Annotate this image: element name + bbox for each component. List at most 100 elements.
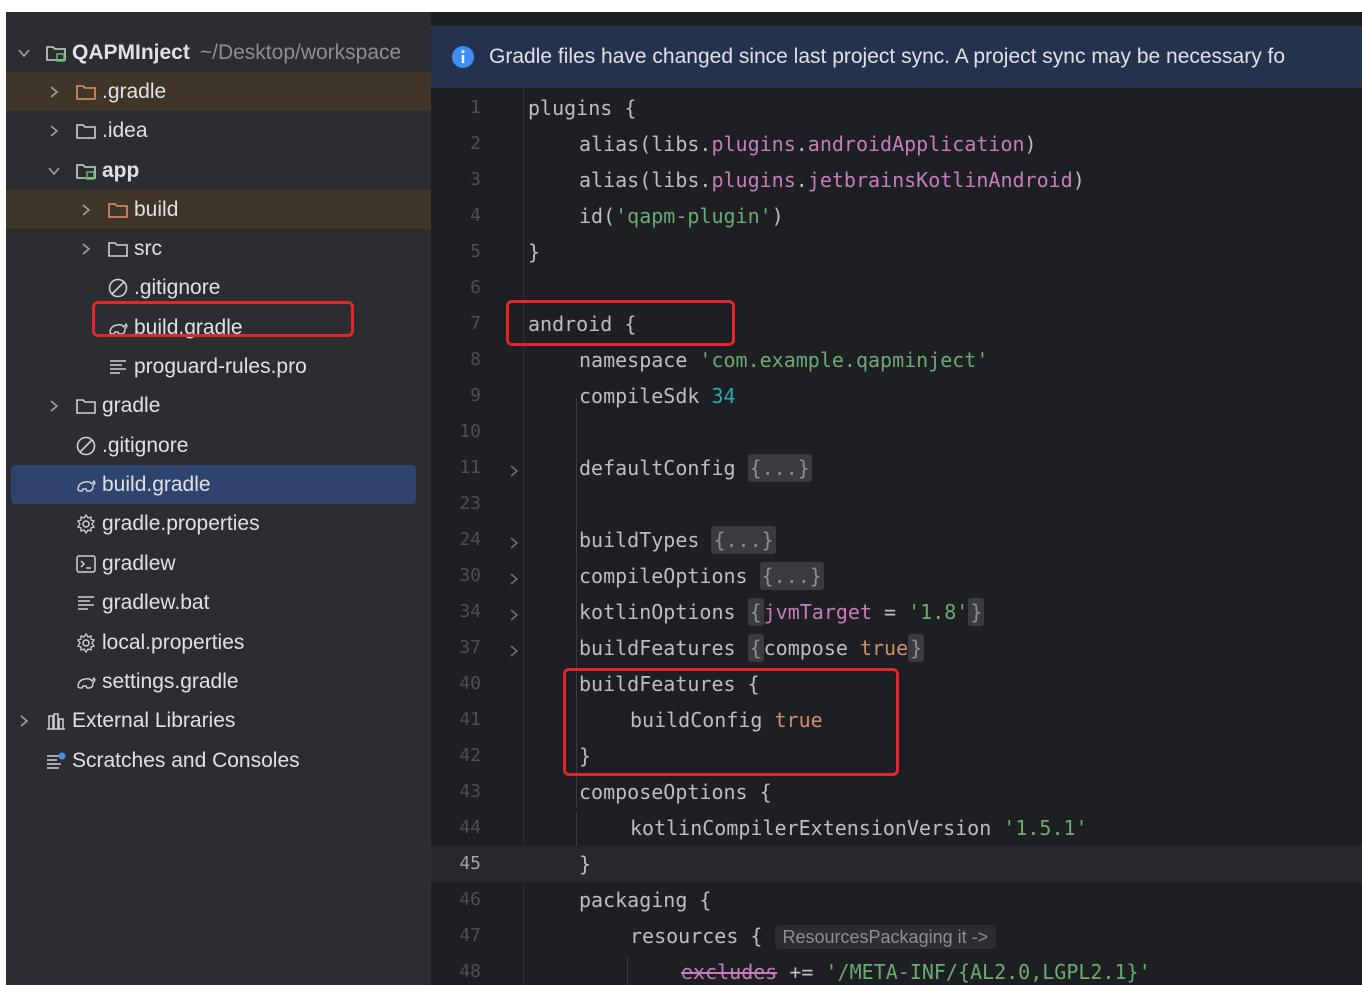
code-token: } <box>528 240 541 264</box>
code-line-48[interactable]: 48 excludes += '/META-INF/{AL2.0,LGPL2.1… <box>431 954 1362 985</box>
tree-item-app[interactable]: app <box>6 151 431 190</box>
chevron-right-icon[interactable] <box>44 396 64 416</box>
fold-expand-icon[interactable] <box>507 567 521 585</box>
folder-icon <box>74 119 98 143</box>
tree-item-label: proguard-rules.pro <box>134 354 307 378</box>
line-number: 7 <box>470 313 481 334</box>
code-token: 'qapm-plugin' <box>615 204 772 228</box>
code-line-44[interactable]: 44 kotlinCompilerExtensionVersion '1.5.1… <box>431 810 1362 846</box>
code-line-11[interactable]: 11 defaultConfig {...} <box>431 450 1362 486</box>
code-token: } <box>908 634 925 662</box>
code-line-24[interactable]: 24 buildTypes {...} <box>431 522 1362 558</box>
tree-item-label: build <box>134 197 179 221</box>
fold-expand-icon[interactable] <box>507 531 521 549</box>
tree-item-gradle-properties[interactable]: gradle.properties <box>6 504 431 543</box>
tree-item-gradlew[interactable]: gradlew <box>6 544 431 583</box>
code-line-10[interactable]: 10 <box>431 414 1362 450</box>
code-line-43[interactable]: 43 composeOptions { <box>431 774 1362 810</box>
tree-item-gradlew-bat[interactable]: gradlew.bat <box>6 583 431 622</box>
folded-block[interactable]: {...} <box>759 562 824 590</box>
ignore-file-icon <box>106 276 130 300</box>
chevron-down-icon[interactable] <box>14 43 34 63</box>
chevron-right-icon[interactable] <box>76 239 96 259</box>
fold-expand-icon[interactable] <box>507 639 521 657</box>
tree-item-label: build.gradle <box>102 472 211 496</box>
line-number: 3 <box>470 169 481 190</box>
folded-block[interactable]: {...} <box>747 454 812 482</box>
code-line-1[interactable]: 1 plugins { <box>431 90 1362 126</box>
line-number: 34 <box>459 601 481 622</box>
tree-item-label: .gradle <box>102 79 167 103</box>
tree-item-scratches-and-consoles[interactable]: Scratches and Consoles <box>6 741 431 780</box>
folder-icon <box>74 80 98 104</box>
folder-icon <box>106 237 130 261</box>
line-number: 45 <box>459 853 481 874</box>
code-token: = <box>872 600 909 624</box>
code-line-45[interactable]: 45 } <box>431 846 1362 882</box>
tree-item-local-properties[interactable]: local.properties <box>6 623 431 662</box>
tree-item-label: .gitignore <box>134 275 221 299</box>
chevron-right-icon[interactable] <box>44 121 64 141</box>
tree-item-idea[interactable]: .idea <box>6 111 431 150</box>
tree-item-root-build-gradle[interactable]: build.gradle <box>11 465 416 504</box>
code-token: += <box>777 960 826 984</box>
line-number: 5 <box>470 241 481 262</box>
module-folder-icon <box>44 41 68 65</box>
code-editor[interactable]: Gradle files have changed since last pro… <box>431 12 1362 985</box>
code-line-3[interactable]: 3 alias(libs.plugins.jetbrainsKotlinAndr… <box>431 162 1362 198</box>
tree-item-root-gitignore[interactable]: .gitignore <box>6 426 431 465</box>
gradle-file-icon <box>74 473 98 497</box>
code-token: buildFeatures <box>579 636 748 660</box>
code-line-5[interactable]: 5 } <box>431 234 1362 270</box>
tree-item-label: local.properties <box>102 630 245 654</box>
tree-item-label: .gitignore <box>102 433 189 457</box>
line-number: 43 <box>459 781 481 802</box>
tree-item-external-libraries[interactable]: External Libraries <box>6 701 431 740</box>
tree-root-qapminject[interactable]: QAPMInject ~/Desktop/workspace <box>6 33 431 72</box>
folded-block[interactable]: {...} <box>711 526 776 554</box>
chevron-right-icon[interactable] <box>76 200 96 220</box>
fold-expand-icon[interactable] <box>507 603 521 621</box>
code-token: androidApplication <box>807 132 1025 156</box>
line-number: 9 <box>470 385 481 406</box>
tree-item-dot-gradle[interactable]: .gradle <box>6 72 431 111</box>
code-line-23[interactable]: 23 <box>431 486 1362 522</box>
tree-item-settings-gradle[interactable]: settings.gradle <box>6 662 431 701</box>
code-token: } <box>968 598 985 626</box>
code-token: alias(libs. <box>579 168 712 192</box>
tree-item-label: settings.gradle <box>102 669 239 693</box>
tree-item-label: External Libraries <box>72 708 236 732</box>
tree-item-gradle[interactable]: gradle <box>6 386 431 425</box>
text-file-icon <box>106 355 130 379</box>
line-number: 30 <box>459 565 481 586</box>
code-token: . <box>795 132 808 156</box>
code-line-9[interactable]: 9 compileSdk 34 <box>431 378 1362 414</box>
code-line-8[interactable]: 8 namespace 'com.example.qapminject' <box>431 342 1362 378</box>
code-line-4[interactable]: 4 id('qapm-plugin') <box>431 198 1362 234</box>
info-icon <box>452 46 474 68</box>
code-token: plugins <box>711 132 796 156</box>
code-token: true <box>859 636 909 660</box>
tree-item-src[interactable]: src <box>6 229 431 268</box>
code-line-2[interactable]: 2 alias(libs.plugins.androidApplication) <box>431 126 1362 162</box>
ignore-file-icon <box>74 434 98 458</box>
code-line-47[interactable]: 47 resources { ResourcesPackaging it -> <box>431 918 1362 954</box>
code-line-46[interactable]: 46 packaging { <box>431 882 1362 918</box>
code-token: kotlinCompilerExtensionVersion <box>630 816 1004 840</box>
tree-item-build[interactable]: build <box>6 190 431 229</box>
tree-item-proguard-rules[interactable]: proguard-rules.pro <box>6 347 431 386</box>
text-file-icon <box>74 591 98 615</box>
code-token: ) <box>771 204 784 228</box>
chevron-right-icon[interactable] <box>44 82 64 102</box>
code-line-34[interactable]: 34 kotlinOptions {jvmTarget = '1.8'} <box>431 594 1362 630</box>
line-number: 10 <box>459 421 481 442</box>
code-token: alias(libs. <box>579 132 712 156</box>
chevron-right-icon[interactable] <box>14 711 34 731</box>
library-icon <box>44 709 68 733</box>
fold-expand-icon[interactable] <box>507 459 521 477</box>
code-line-37[interactable]: 37 buildFeatures {compose true} <box>431 630 1362 666</box>
code-token: buildTypes <box>579 528 712 552</box>
code-line-30[interactable]: 30 compileOptions {...} <box>431 558 1362 594</box>
line-number: 23 <box>459 493 481 514</box>
chevron-down-icon[interactable] <box>44 161 64 181</box>
